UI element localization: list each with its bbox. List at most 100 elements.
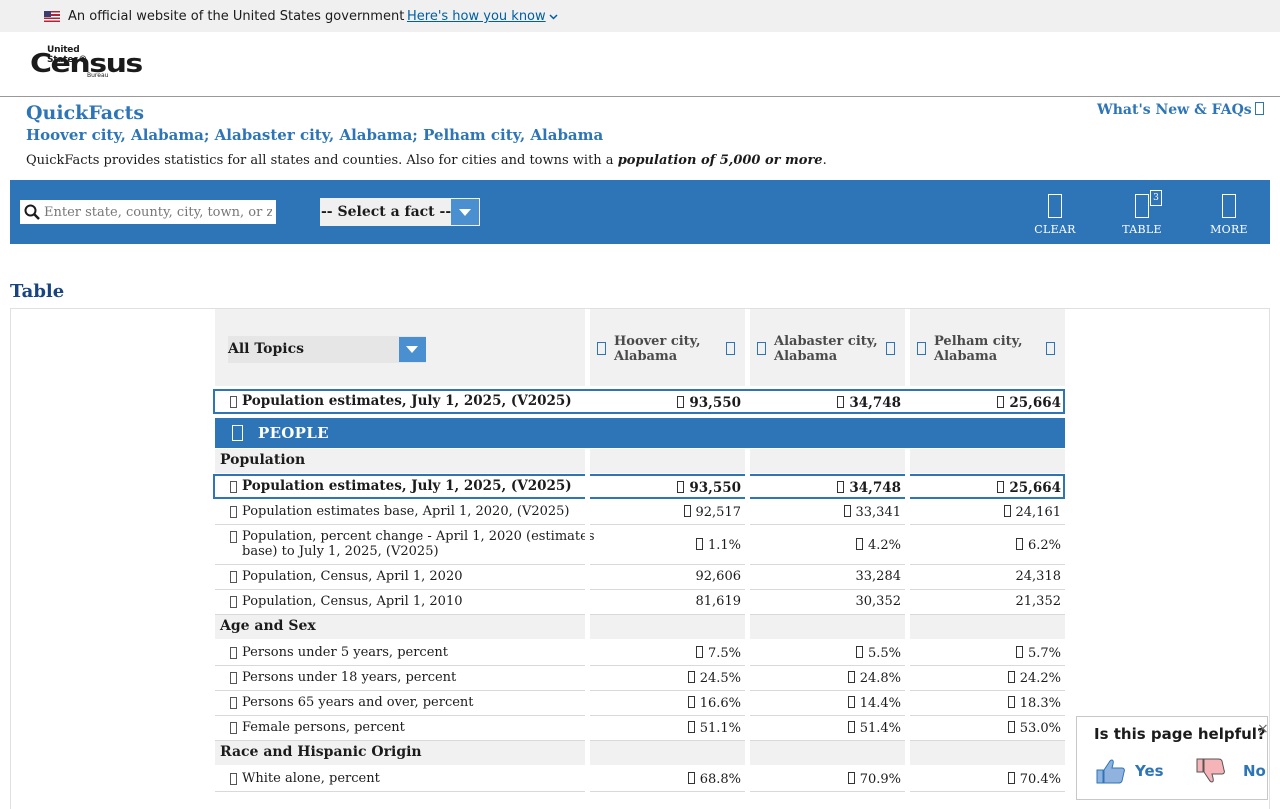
row-label: Persons under 5 years, percent <box>242 645 448 660</box>
row-label: Female persons, percent <box>242 720 405 735</box>
chevron-down-icon <box>459 209 471 216</box>
info-icon[interactable] <box>230 647 237 659</box>
subhead-cell <box>590 741 745 765</box>
table-cell: 92,517 <box>590 505 741 520</box>
table-cell: 30,352 <box>855 594 902 609</box>
info-icon[interactable] <box>230 697 237 709</box>
subhead-cell <box>590 615 745 639</box>
fact-note-icon <box>1007 772 1015 784</box>
search-icon <box>24 204 40 220</box>
logo-main-text: Census <box>30 49 143 79</box>
subhead-cell <box>910 615 1065 639</box>
column-title-hoover: Hoover city, Alabama <box>614 334 701 364</box>
info-icon[interactable] <box>886 342 895 355</box>
remove-column-icon[interactable] <box>597 342 606 355</box>
table-cell: 18.3% <box>910 696 1061 711</box>
fact-note-icon <box>847 721 855 733</box>
info-icon[interactable] <box>1046 342 1055 355</box>
info-icon[interactable] <box>230 506 237 518</box>
remove-column-icon[interactable] <box>757 342 766 355</box>
info-icon[interactable] <box>230 481 237 493</box>
subhead-age-sex: Age and Sex <box>215 615 585 639</box>
subhead-cell <box>750 741 905 765</box>
info-icon[interactable] <box>230 396 237 408</box>
select-fact-button[interactable] <box>451 199 479 225</box>
topics-select[interactable]: All Topics <box>228 336 426 363</box>
whats-new-label: What's New & FAQs <box>1097 102 1252 118</box>
column-title-line2: Alabama <box>774 349 838 364</box>
us-flag-icon <box>44 11 60 22</box>
info-icon[interactable] <box>230 722 237 734</box>
table-cell: 5.5% <box>750 646 901 661</box>
subhead-label: Population <box>220 452 306 468</box>
page-title: QuickFacts <box>26 102 145 124</box>
helpful-no-button[interactable]: No <box>1195 757 1266 785</box>
info-icon[interactable] <box>230 531 237 543</box>
section-heading: Table <box>10 281 65 302</box>
column-title-pelham: Pelham city, Alabama <box>934 334 1023 364</box>
table-cell: 25,664 <box>910 395 1061 411</box>
row-divider <box>215 715 1065 716</box>
census-logo[interactable]: United States® Census Bureau <box>30 45 143 81</box>
subhead-cell <box>910 741 1065 765</box>
subhead-cell <box>910 449 1065 473</box>
more-button[interactable]: MORE <box>1199 194 1259 236</box>
fact-note-icon <box>847 671 855 683</box>
table-cell: 81,619 <box>695 594 742 609</box>
external-link-icon <box>1254 102 1264 115</box>
fact-note-icon <box>1015 646 1023 658</box>
search-box <box>20 200 276 224</box>
fact-note-icon <box>687 721 695 733</box>
fact-note-icon <box>695 646 703 658</box>
heres-how-you-know-link[interactable]: Here's how you know <box>407 9 558 24</box>
row-divider <box>215 690 1065 691</box>
select-fact-dropdown[interactable]: -- Select a fact -- <box>320 198 480 226</box>
whats-new-faqs-link[interactable]: What's New & FAQs <box>1097 102 1264 118</box>
table-cell: 5.7% <box>910 646 1061 661</box>
table-cell: 70.4% <box>910 772 1061 787</box>
select-fact-label: -- Select a fact -- <box>321 204 452 220</box>
column-title-line1: Alabaster city, <box>774 334 878 349</box>
table-count-badge: 3 <box>1150 190 1162 206</box>
table-cell: 1.1% <box>590 538 741 553</box>
clear-label: CLEAR <box>1034 223 1076 236</box>
collapse-icon <box>232 425 243 441</box>
people-section-bar[interactable]: PEOPLE <box>215 418 1065 448</box>
remove-column-icon[interactable] <box>917 342 926 355</box>
row-divider <box>215 665 1065 666</box>
fact-note-icon <box>837 396 845 408</box>
info-icon[interactable] <box>230 596 237 608</box>
column-title-alabaster: Alabaster city, Alabama <box>774 334 878 364</box>
logo-bottom-text: Bureau <box>87 72 109 79</box>
fact-note-icon <box>1007 696 1015 708</box>
topics-select-button[interactable] <box>399 337 426 362</box>
pinned-row-label: Population estimates, July 1, 2025, (V20… <box>242 393 572 409</box>
info-icon[interactable] <box>726 342 735 355</box>
table-cell: 70.9% <box>750 772 901 787</box>
table-cell: 24.5% <box>590 671 741 686</box>
helpful-yes-button[interactable]: Yes <box>1095 757 1175 785</box>
clear-button[interactable]: CLEAR <box>1025 194 1085 236</box>
header-divider <box>0 96 1280 97</box>
fact-note-icon <box>677 481 685 493</box>
row-label: Population estimates, July 1, 2025, (V20… <box>242 478 572 494</box>
search-input[interactable] <box>44 202 272 222</box>
fact-note-icon <box>687 696 695 708</box>
table-cell: 34,748 <box>750 480 901 496</box>
table-cell: 24.2% <box>910 671 1061 686</box>
table-cell: 14.4% <box>750 696 901 711</box>
subhead-cell <box>750 449 905 473</box>
column-gap <box>585 449 590 800</box>
table-cell: 4.2% <box>750 538 901 553</box>
table-cell: 33,284 <box>855 569 902 584</box>
row-divider <box>215 564 1065 565</box>
info-icon[interactable] <box>230 571 237 583</box>
table-cell: 25,664 <box>910 480 1061 496</box>
close-icon[interactable]: × <box>1257 721 1269 737</box>
table-cell: 53.0% <box>910 721 1061 736</box>
info-icon[interactable] <box>230 773 237 785</box>
info-icon[interactable] <box>230 672 237 684</box>
column-title-line1: Pelham city, <box>934 334 1023 349</box>
table-cell: 93,550 <box>590 395 741 411</box>
table-button[interactable]: 3 TABLE <box>1112 190 1172 236</box>
